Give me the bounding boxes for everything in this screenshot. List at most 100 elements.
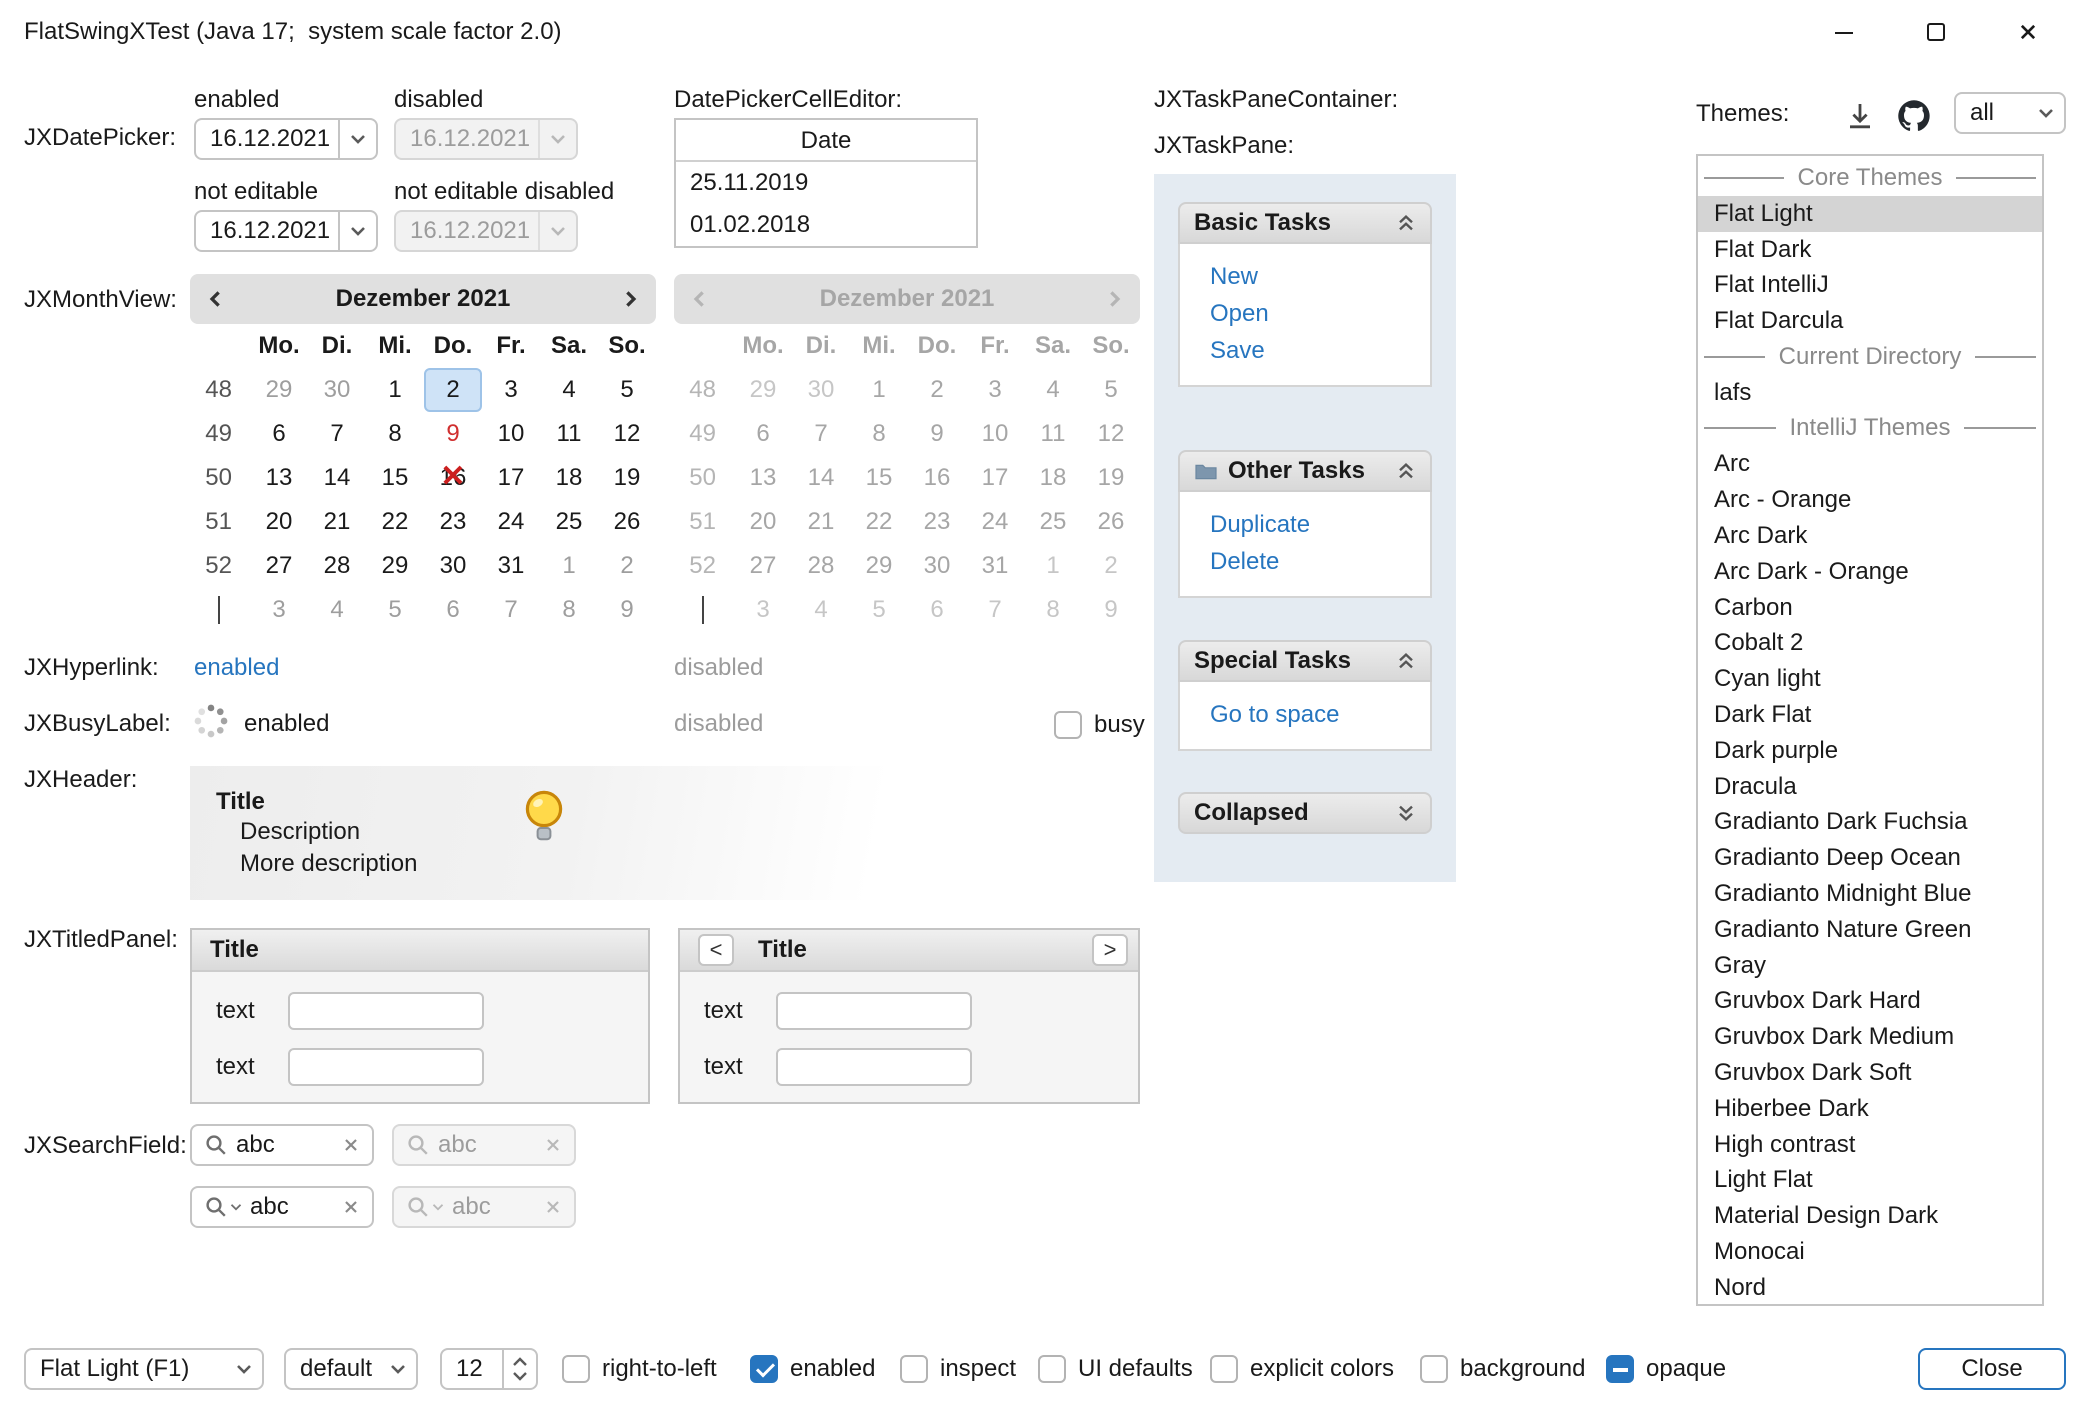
- theme-list-item[interactable]: Gradianto Nature Green: [1698, 912, 2042, 948]
- calendar-day[interactable]: 30: [424, 544, 482, 588]
- calendar-day[interactable]: 20: [250, 500, 308, 544]
- calendar-day[interactable]: 27: [250, 544, 308, 588]
- calendar-day[interactable]: 7: [482, 588, 540, 632]
- calendar-day[interactable]: 10: [482, 412, 540, 456]
- busy-checkbox[interactable]: busy: [1054, 704, 1145, 746]
- taskpane-link[interactable]: Go to space: [1210, 696, 1422, 733]
- calendar-day[interactable]: 17: [482, 456, 540, 500]
- table-column-header[interactable]: Date: [676, 120, 976, 162]
- calendar-day[interactable]: 16✕: [424, 456, 482, 500]
- taskpane-header[interactable]: Collapsed: [1178, 792, 1432, 834]
- calendar-day[interactable]: 8: [540, 588, 598, 632]
- calendar-day[interactable]: 5: [598, 368, 656, 412]
- clear-x-icon[interactable]: [342, 1136, 360, 1154]
- theme-list-item[interactable]: Light Flat: [1698, 1162, 2042, 1198]
- calendar-day[interactable]: 9: [598, 588, 656, 632]
- text-input[interactable]: [288, 1048, 484, 1086]
- theme-list-item[interactable]: Hiberbee Dark: [1698, 1091, 2042, 1127]
- theme-list-item[interactable]: Gradianto Midnight Blue: [1698, 876, 2042, 912]
- checkbox-box[interactable]: [1210, 1355, 1238, 1383]
- theme-list-item[interactable]: Gradianto Deep Ocean: [1698, 840, 2042, 876]
- checkbox-box[interactable]: [1606, 1355, 1634, 1383]
- theme-list-item[interactable]: Arc Dark - Orange: [1698, 554, 2042, 590]
- close-window-button[interactable]: [1982, 0, 2074, 64]
- checkbox-box[interactable]: [562, 1355, 590, 1383]
- font-size-spinner[interactable]: 12: [440, 1348, 538, 1390]
- github-icon[interactable]: [1892, 94, 1936, 138]
- double-chevron-up-icon[interactable]: [1396, 461, 1416, 481]
- calendar-day[interactable]: 19: [598, 456, 656, 500]
- checkbox-box[interactable]: [750, 1355, 778, 1383]
- double-chevron-down-icon[interactable]: [1396, 803, 1416, 823]
- calendar-day[interactable]: 23: [424, 500, 482, 544]
- theme-list-item[interactable]: Flat Dark: [1698, 232, 2042, 268]
- theme-list-item[interactable]: Monocai: [1698, 1234, 2042, 1270]
- calendar-day[interactable]: 4: [308, 588, 366, 632]
- checkbox-background[interactable]: background: [1420, 1348, 1585, 1390]
- calendar-day[interactable]: 31: [482, 544, 540, 588]
- theme-list[interactable]: Core ThemesFlat LightFlat DarkFlat Intel…: [1696, 154, 2044, 1306]
- magnifier-menu-icon[interactable]: [204, 1195, 242, 1219]
- calendar-day[interactable]: 28: [308, 544, 366, 588]
- datepicker-value[interactable]: 16.12.2021: [196, 125, 338, 153]
- calendar-day[interactable]: 2: [598, 544, 656, 588]
- panel-nav-right-button[interactable]: >: [1092, 934, 1128, 966]
- calendar-day[interactable]: 6: [250, 412, 308, 456]
- hyperlink-enabled[interactable]: enabled: [194, 654, 279, 682]
- calendar-day[interactable]: 8: [366, 412, 424, 456]
- previous-month-icon[interactable]: [190, 288, 242, 310]
- checkbox-box[interactable]: [1420, 1355, 1448, 1383]
- double-chevron-up-icon[interactable]: [1396, 213, 1416, 233]
- theme-list-item[interactable]: Gruvbox Dark Medium: [1698, 1019, 2042, 1055]
- text-input[interactable]: [776, 1048, 972, 1086]
- panel-nav-left-button[interactable]: <: [698, 934, 734, 966]
- calendar-day[interactable]: 2: [424, 368, 482, 412]
- clear-x-icon[interactable]: [342, 1198, 360, 1216]
- close-button[interactable]: Close: [1918, 1348, 2066, 1390]
- theme-list-item[interactable]: Gradianto Dark Fuchsia: [1698, 804, 2042, 840]
- calendar-day[interactable]: 29: [250, 368, 308, 412]
- theme-list-item[interactable]: Cobalt 2: [1698, 625, 2042, 661]
- taskpane-link[interactable]: New: [1210, 258, 1422, 295]
- checkbox-box[interactable]: [1054, 711, 1082, 739]
- download-icon[interactable]: [1840, 96, 1880, 136]
- calendar-day[interactable]: 12: [598, 412, 656, 456]
- taskpane-header[interactable]: Special Tasks: [1178, 640, 1432, 682]
- taskpane-header[interactable]: Other Tasks: [1178, 450, 1432, 492]
- calendar-day[interactable]: 3: [250, 588, 308, 632]
- calendar-day[interactable]: 13: [250, 456, 308, 500]
- calendar-day[interactable]: 15: [366, 456, 424, 500]
- theme-list-item[interactable]: Flat Light: [1698, 196, 2042, 232]
- calendar-day[interactable]: 4: [540, 368, 598, 412]
- taskpane-link[interactable]: Duplicate: [1210, 506, 1422, 543]
- calendar-day[interactable]: 30: [308, 368, 366, 412]
- theme-list-item[interactable]: Dark purple: [1698, 733, 2042, 769]
- theme-list-item[interactable]: Flat Darcula: [1698, 303, 2042, 339]
- spinner-arrows[interactable]: [502, 1350, 536, 1388]
- text-input[interactable]: [776, 992, 972, 1030]
- theme-list-item[interactable]: Dracula: [1698, 769, 2042, 805]
- calendar-day[interactable]: 26: [598, 500, 656, 544]
- double-chevron-up-icon[interactable]: [1396, 651, 1416, 671]
- checkbox-right-to-left[interactable]: right-to-left: [562, 1348, 717, 1390]
- checkbox-ui-defaults[interactable]: UI defaults: [1038, 1348, 1193, 1390]
- checkbox-inspect[interactable]: inspect: [900, 1348, 1016, 1390]
- checkbox-enabled[interactable]: enabled: [750, 1348, 875, 1390]
- theme-list-item[interactable]: lafs: [1698, 375, 2042, 411]
- spinner-value[interactable]: 12: [442, 1355, 502, 1383]
- themes-filter-combobox[interactable]: all: [1954, 92, 2066, 134]
- theme-list-item[interactable]: Cyan light: [1698, 661, 2042, 697]
- calendar-day[interactable]: 3: [482, 368, 540, 412]
- theme-list-item[interactable]: Arc - Orange: [1698, 482, 2042, 518]
- calendar-day[interactable]: 18: [540, 456, 598, 500]
- calendar-day[interactable]: 7: [308, 412, 366, 456]
- text-input[interactable]: [288, 992, 484, 1030]
- checkbox-box[interactable]: [900, 1355, 928, 1383]
- theme-list-item[interactable]: Arc: [1698, 446, 2042, 482]
- theme-list-item[interactable]: Nord: [1698, 1270, 2042, 1306]
- theme-list-item[interactable]: Material Design Dark: [1698, 1198, 2042, 1234]
- search-input-value[interactable]: abc: [236, 1131, 342, 1159]
- theme-list-item[interactable]: Carbon: [1698, 590, 2042, 626]
- theme-list-item[interactable]: Dark Flat: [1698, 697, 2042, 733]
- theme-list-item[interactable]: Gruvbox Dark Soft: [1698, 1055, 2042, 1091]
